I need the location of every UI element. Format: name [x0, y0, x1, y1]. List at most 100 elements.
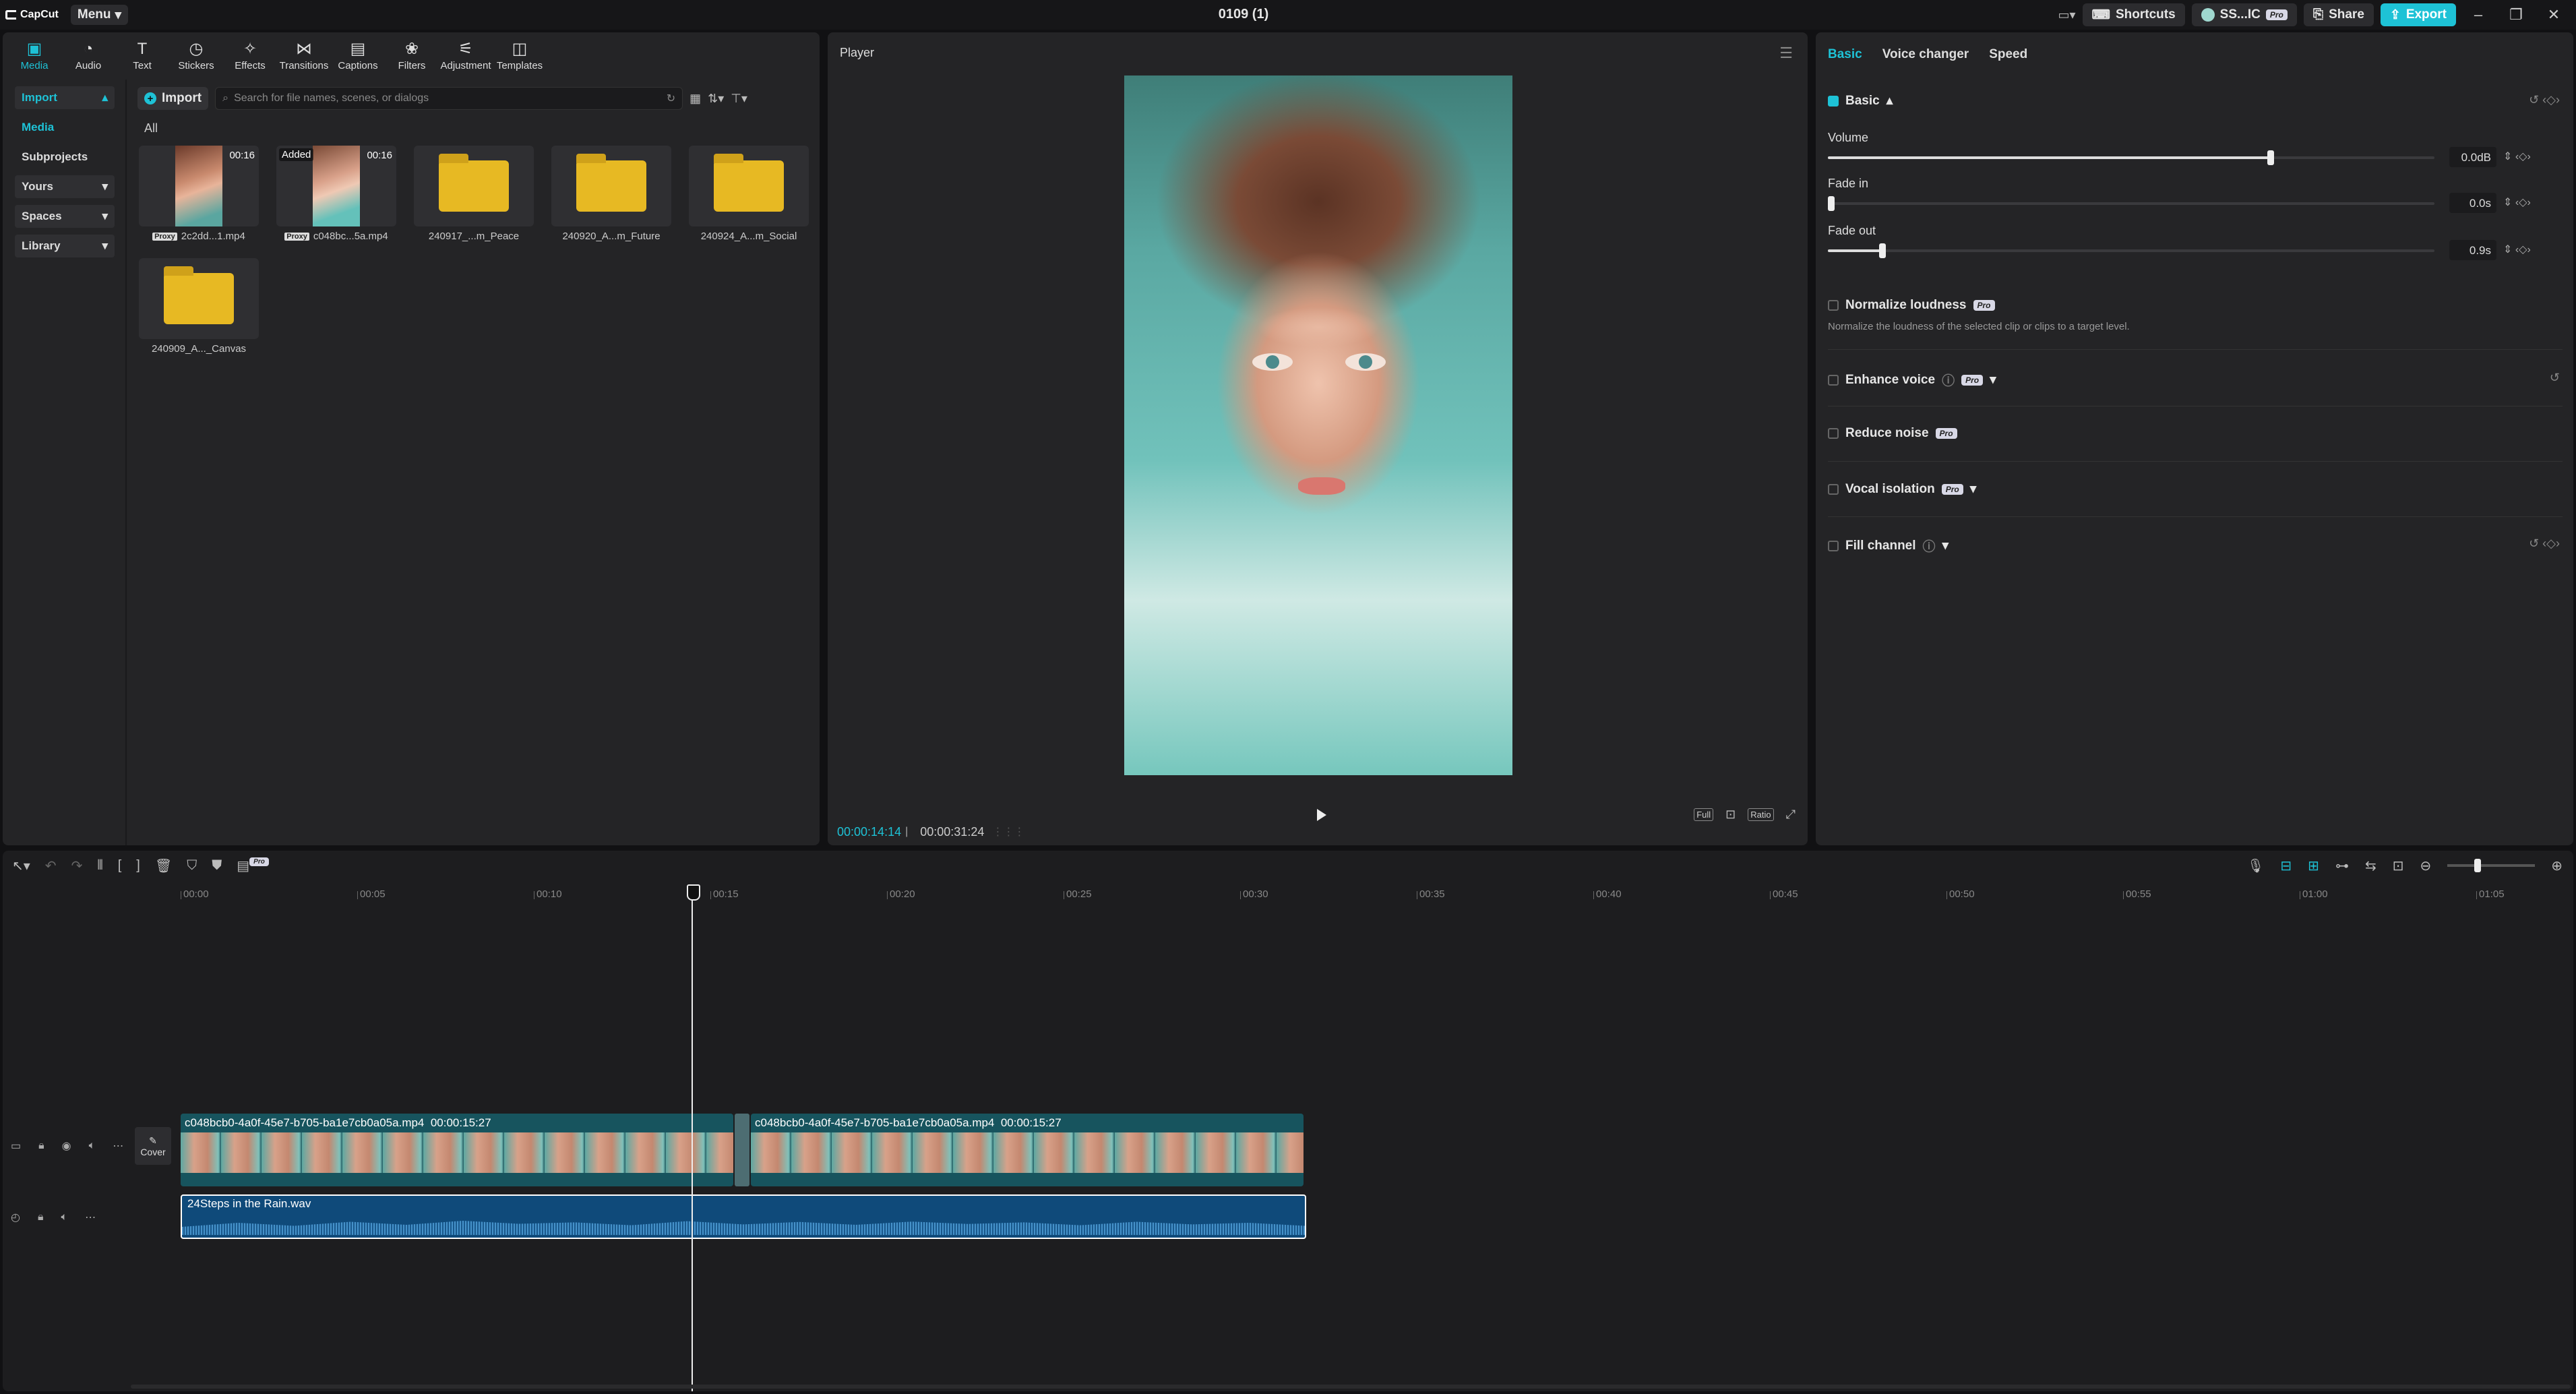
- sidebar-item-spaces[interactable]: Spaces ▾: [15, 205, 115, 228]
- snapshot-icon[interactable]: ⊡: [1725, 808, 1736, 822]
- speaker-icon[interactable]: 🔈︎: [89, 1140, 96, 1152]
- split-icon[interactable]: ⫴: [97, 858, 102, 874]
- preview-axis-icon[interactable]: ⇆: [2365, 857, 2376, 874]
- folder-item[interactable]: 240920_A...m_Future: [551, 146, 671, 242]
- zoom-slider[interactable]: [2447, 859, 2536, 872]
- split-left-icon[interactable]: [: [118, 858, 122, 874]
- enhance-checkbox[interactable]: [1828, 374, 1839, 386]
- linkage-icon[interactable]: ⊶: [2335, 857, 2349, 874]
- ratio-button[interactable]: Ratio: [1748, 808, 1774, 821]
- tab-templates[interactable]: ◫ Templates: [496, 32, 543, 73]
- split-right-icon[interactable]: ]: [136, 858, 140, 874]
- menu-icon[interactable]: ☰: [1779, 44, 1793, 62]
- folder-item[interactable]: 240924_A...m_Social: [689, 146, 809, 242]
- tab-stickers[interactable]: ◷ Stickers: [173, 32, 220, 73]
- sidebar-item-library[interactable]: Library ▾: [15, 235, 115, 257]
- minimize-icon[interactable]: –: [2463, 6, 2494, 24]
- folder-item[interactable]: 240909_A..._Canvas: [139, 258, 259, 355]
- enhance-voice-row[interactable]: Enhance voice ⓘ Pro ▾: [1828, 371, 1996, 389]
- tab-captions[interactable]: ▤ Captions: [334, 32, 381, 73]
- refresh-icon[interactable]: ↻: [667, 92, 675, 105]
- lock-icon[interactable]: 🔒︎: [38, 1140, 44, 1152]
- fade-out-slider-handle[interactable]: [1879, 243, 1886, 258]
- shortcuts-button[interactable]: ⌨ Shortcuts: [2082, 3, 2185, 26]
- tab-voice-changer[interactable]: Voice changer: [1882, 47, 1969, 62]
- fade-out-slider[interactable]: [1828, 243, 2434, 258]
- fit-icon[interactable]: ⊡: [2393, 857, 2404, 874]
- fullscreen-icon[interactable]: ⤢: [1786, 808, 1796, 822]
- vocal-isolation-row[interactable]: Vocal isolation Pro ▾: [1828, 481, 1976, 497]
- basic-section-header[interactable]: Basic ▴: [1828, 93, 1893, 109]
- auto-caption-icon[interactable]: ▤ Pro: [237, 857, 269, 874]
- close-icon[interactable]: ✕: [2538, 6, 2569, 24]
- maximize-icon[interactable]: ❐: [2501, 6, 2532, 24]
- video-clip[interactable]: c048bcb0-4a0f-45e7-b705-ba1e7cb0a05a.mp4…: [751, 1114, 1304, 1186]
- account-button[interactable]: SS...IC Pro: [2191, 3, 2297, 26]
- eye-icon[interactable]: ◉: [62, 1139, 71, 1153]
- fade-out-value[interactable]: 0.9s: [2449, 240, 2496, 260]
- link-clips-icon[interactable]: ⊟: [2280, 857, 2292, 874]
- export-button[interactable]: ⇪ Export: [2380, 3, 2456, 26]
- more-icon[interactable]: ⋯: [85, 1211, 96, 1224]
- tab-adjustment[interactable]: ⚟ Adjustment: [440, 32, 491, 73]
- media-item[interactable]: 00:16 Proxy 2c2dd...1.mp4: [139, 146, 259, 242]
- mark-icon[interactable]: ⛉: [187, 858, 197, 874]
- undo-icon[interactable]: ↶: [45, 857, 57, 874]
- more-icon[interactable]: ⋯: [113, 1139, 123, 1153]
- cover-button[interactable]: ✎ Cover: [135, 1127, 171, 1165]
- search-input[interactable]: [234, 92, 661, 104]
- reduce-noise-checkbox[interactable]: [1828, 428, 1839, 439]
- fill-channel-row[interactable]: Fill channel ⓘ ▾: [1828, 537, 1949, 555]
- fade-in-keyframe-icon[interactable]: ⇕ ‹◇›: [2503, 195, 2531, 209]
- speaker-icon[interactable]: 🔈︎: [61, 1211, 67, 1223]
- fill-channel-checkbox[interactable]: [1828, 540, 1839, 551]
- tab-effects[interactable]: ✧ Effects: [226, 32, 274, 73]
- zoom-in-icon[interactable]: ⊕: [2551, 857, 2563, 874]
- volume-keyframe-icon[interactable]: ⇕ ‹◇›: [2503, 150, 2531, 163]
- reset-keyframe-icons[interactable]: ↺ ‹◇›: [2529, 537, 2560, 551]
- sidebar-item-subprojects[interactable]: Subprojects: [15, 146, 115, 169]
- vocal-isolation-checkbox[interactable]: [1828, 483, 1839, 495]
- transition-handle[interactable]: [735, 1114, 749, 1186]
- normalize-checkbox[interactable]: [1828, 300, 1839, 311]
- filter-icon[interactable]: ⊤▾: [731, 92, 747, 106]
- share-button[interactable]: ⎘ Share: [2303, 3, 2374, 26]
- track-toggle-icon[interactable]: ▭: [11, 1139, 21, 1153]
- sidebar-item-import[interactable]: Import ▴: [15, 86, 115, 109]
- tab-text[interactable]: T Text: [119, 32, 166, 73]
- select-tool-icon[interactable]: ↖▾: [12, 857, 30, 874]
- volume-slider[interactable]: [1828, 150, 2434, 165]
- tab-media[interactable]: ▣ Media: [11, 32, 58, 73]
- timeline-scrollbar[interactable]: [131, 1385, 2571, 1389]
- shield-icon[interactable]: ⛊: [212, 858, 222, 874]
- tab-filters[interactable]: ❀ Filters: [388, 32, 435, 73]
- lock-icon[interactable]: 🔒︎: [38, 1211, 44, 1223]
- volume-slider-handle[interactable]: [2267, 150, 2274, 165]
- folder-item[interactable]: 240917_...m_Peace: [414, 146, 534, 242]
- video-preview[interactable]: [1124, 75, 1512, 775]
- normalize-loudness-row[interactable]: Normalize loudness Pro: [1828, 298, 1995, 313]
- reset-keyframe-icons[interactable]: ↺ ‹◇›: [2529, 93, 2560, 107]
- video-clip[interactable]: c048bcb0-4a0f-45e7-b705-ba1e7cb0a05a.mp4…: [181, 1114, 733, 1186]
- reduce-noise-row[interactable]: Reduce noise Pro: [1828, 426, 1957, 441]
- tab-audio[interactable]: ◔ Audio: [65, 32, 112, 73]
- tab-basic[interactable]: Basic: [1828, 47, 1862, 62]
- tab-speed[interactable]: Speed: [1989, 47, 2027, 62]
- fade-out-keyframe-icon[interactable]: ⇕ ‹◇›: [2503, 243, 2531, 256]
- play-icon[interactable]: [1317, 809, 1326, 821]
- grid-view-icon[interactable]: ▦: [689, 92, 701, 106]
- reset-icon[interactable]: ↺: [2550, 371, 2560, 385]
- volume-value[interactable]: 0.0dB: [2449, 147, 2496, 167]
- track-toggle-icon[interactable]: ◴: [11, 1211, 20, 1224]
- timeline-ruler[interactable]: 00:00 00:05 00:10 00:15 00:20 00:25 00:3…: [179, 888, 2565, 905]
- fade-in-value[interactable]: 0.0s: [2449, 193, 2496, 213]
- magnet-icon[interactable]: ⊞: [2308, 857, 2319, 874]
- microphone-icon[interactable]: 🎙: [2247, 857, 2264, 874]
- sort-icon[interactable]: ⇅▾: [708, 92, 724, 106]
- basic-checkbox[interactable]: [1828, 95, 1839, 107]
- import-button[interactable]: + Import: [137, 87, 209, 110]
- layout-icon[interactable]: ▭▾: [2058, 8, 2076, 22]
- menu-button[interactable]: Menu ▾: [70, 5, 129, 25]
- redo-icon[interactable]: ↷: [71, 857, 83, 874]
- fade-in-slider[interactable]: [1828, 196, 2434, 211]
